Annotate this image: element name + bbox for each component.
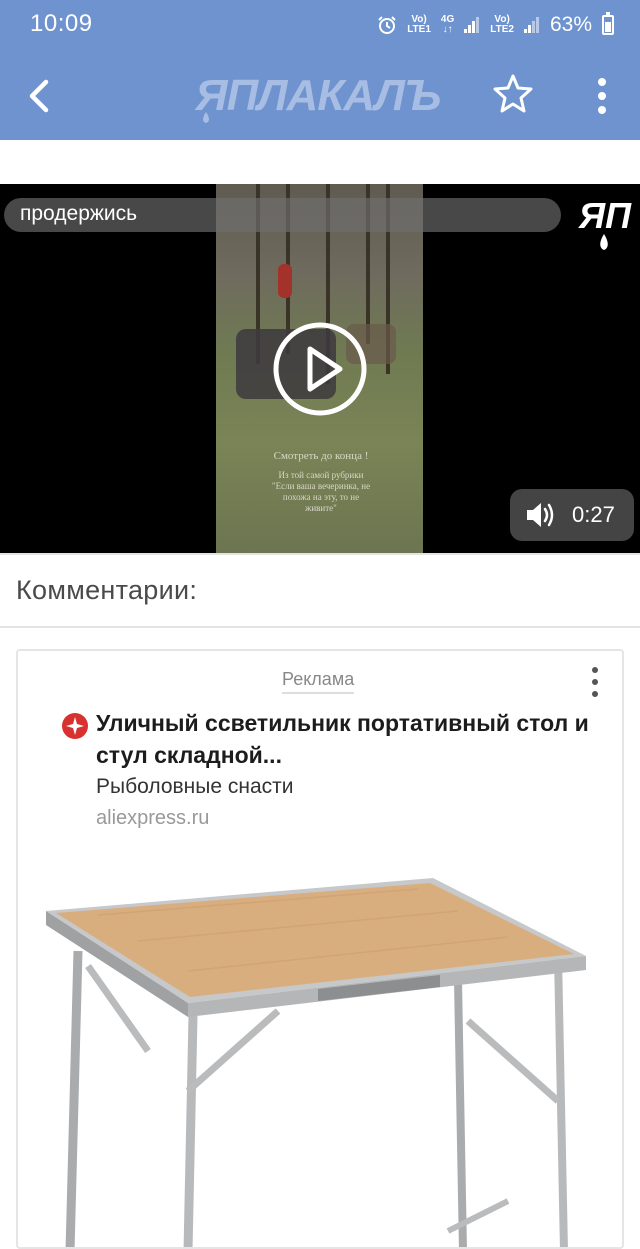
video-title-bar: продержись (4, 198, 561, 232)
signal-bars-icon (523, 17, 540, 33)
status-bar: 10:09 Vo) LTE1 4G ↓↑ Vo) LTE2 63% (0, 0, 640, 52)
divider (0, 626, 640, 628)
signal-bars-icon (464, 17, 480, 33)
ad-domain[interactable]: aliexpress.ru (96, 807, 209, 830)
favorite-star-icon[interactable] (492, 72, 534, 114)
video-overlay-text: Смотреть до конца ! (273, 450, 369, 462)
site-logo[interactable]: ЯПЛАКАЛЪ (168, 68, 468, 124)
battery-icon (602, 12, 614, 35)
divider (0, 553, 640, 555)
status-icons: Vo) LTE1 4G ↓↑ Vo) LTE2 63% (377, 10, 614, 40)
aliexpress-logo-icon (62, 713, 88, 739)
battery-percent: 63% (549, 13, 592, 36)
back-arrow-icon[interactable] (20, 74, 60, 118)
ad-more-menu-icon[interactable] (588, 665, 602, 699)
more-menu-icon[interactable] (588, 76, 616, 116)
mobile-data-indicator: 4G ↓↑ (440, 14, 455, 35)
ad-title[interactable]: Уличный ссветильник портативный стол и с… (96, 707, 616, 771)
video-player[interactable]: Смотреть до конца ! Из той самой рубрики… (0, 184, 640, 553)
app-bar: ЯПЛАКАЛЪ (0, 52, 640, 140)
ad-label: Реклама (282, 669, 355, 694)
yap-badge-logo: ЯП (578, 195, 632, 250)
top-bar: 10:09 Vo) LTE1 4G ↓↑ Vo) LTE2 63% ЯПЛАКА… (0, 0, 640, 140)
play-icon[interactable] (272, 321, 368, 417)
volume-icon[interactable] (524, 501, 556, 529)
duration-box[interactable]: 0:27 (510, 489, 634, 541)
alarm-icon (378, 16, 396, 34)
sim1-indicator: Vo) LTE1 (407, 14, 431, 35)
ad-card[interactable]: Реклама Уличный ссветильник портативный … (16, 649, 624, 1249)
video-title: продержись (20, 202, 138, 225)
ad-product-image[interactable] (38, 861, 608, 1249)
status-time: 10:09 (30, 10, 93, 37)
sim2-indicator: Vo) LTE2 (490, 14, 514, 35)
video-duration: 0:27 (572, 502, 615, 527)
ad-subtitle: Рыболовные снасти (96, 775, 294, 798)
svg-text:ЯПЛАКАЛЪ: ЯПЛАКАЛЪ (195, 71, 441, 120)
svg-text:ЯП: ЯП (578, 195, 632, 236)
comments-heading: Комментарии: (16, 575, 198, 605)
